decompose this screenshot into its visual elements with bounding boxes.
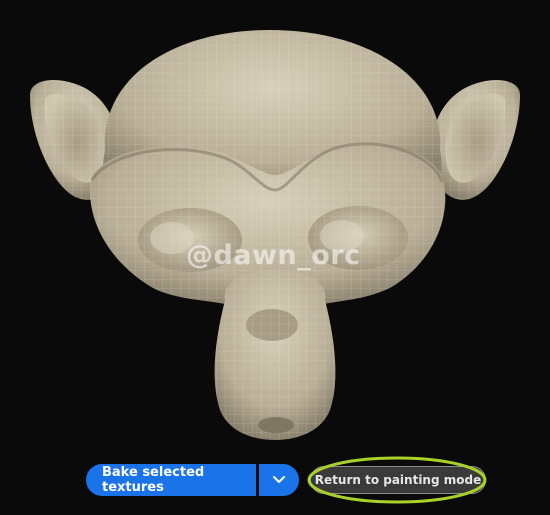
- return-button-wrapper: Return to painting mode: [306, 464, 490, 496]
- monkey-head-model: [30, 30, 520, 440]
- 3d-viewport[interactable]: @dawn_orc: [0, 0, 550, 515]
- bake-options-dropdown-button[interactable]: [259, 464, 299, 496]
- chevron-down-icon: [273, 476, 285, 483]
- watermark-text: @dawn_orc: [186, 240, 361, 271]
- return-to-painting-mode-button[interactable]: Return to painting mode: [310, 466, 486, 494]
- right-ear: [431, 79, 520, 200]
- muzzle: [214, 270, 336, 440]
- bake-toolbar: Bake selected textures Return to paintin…: [86, 464, 490, 496]
- bake-selected-textures-button[interactable]: Bake selected textures: [86, 464, 256, 496]
